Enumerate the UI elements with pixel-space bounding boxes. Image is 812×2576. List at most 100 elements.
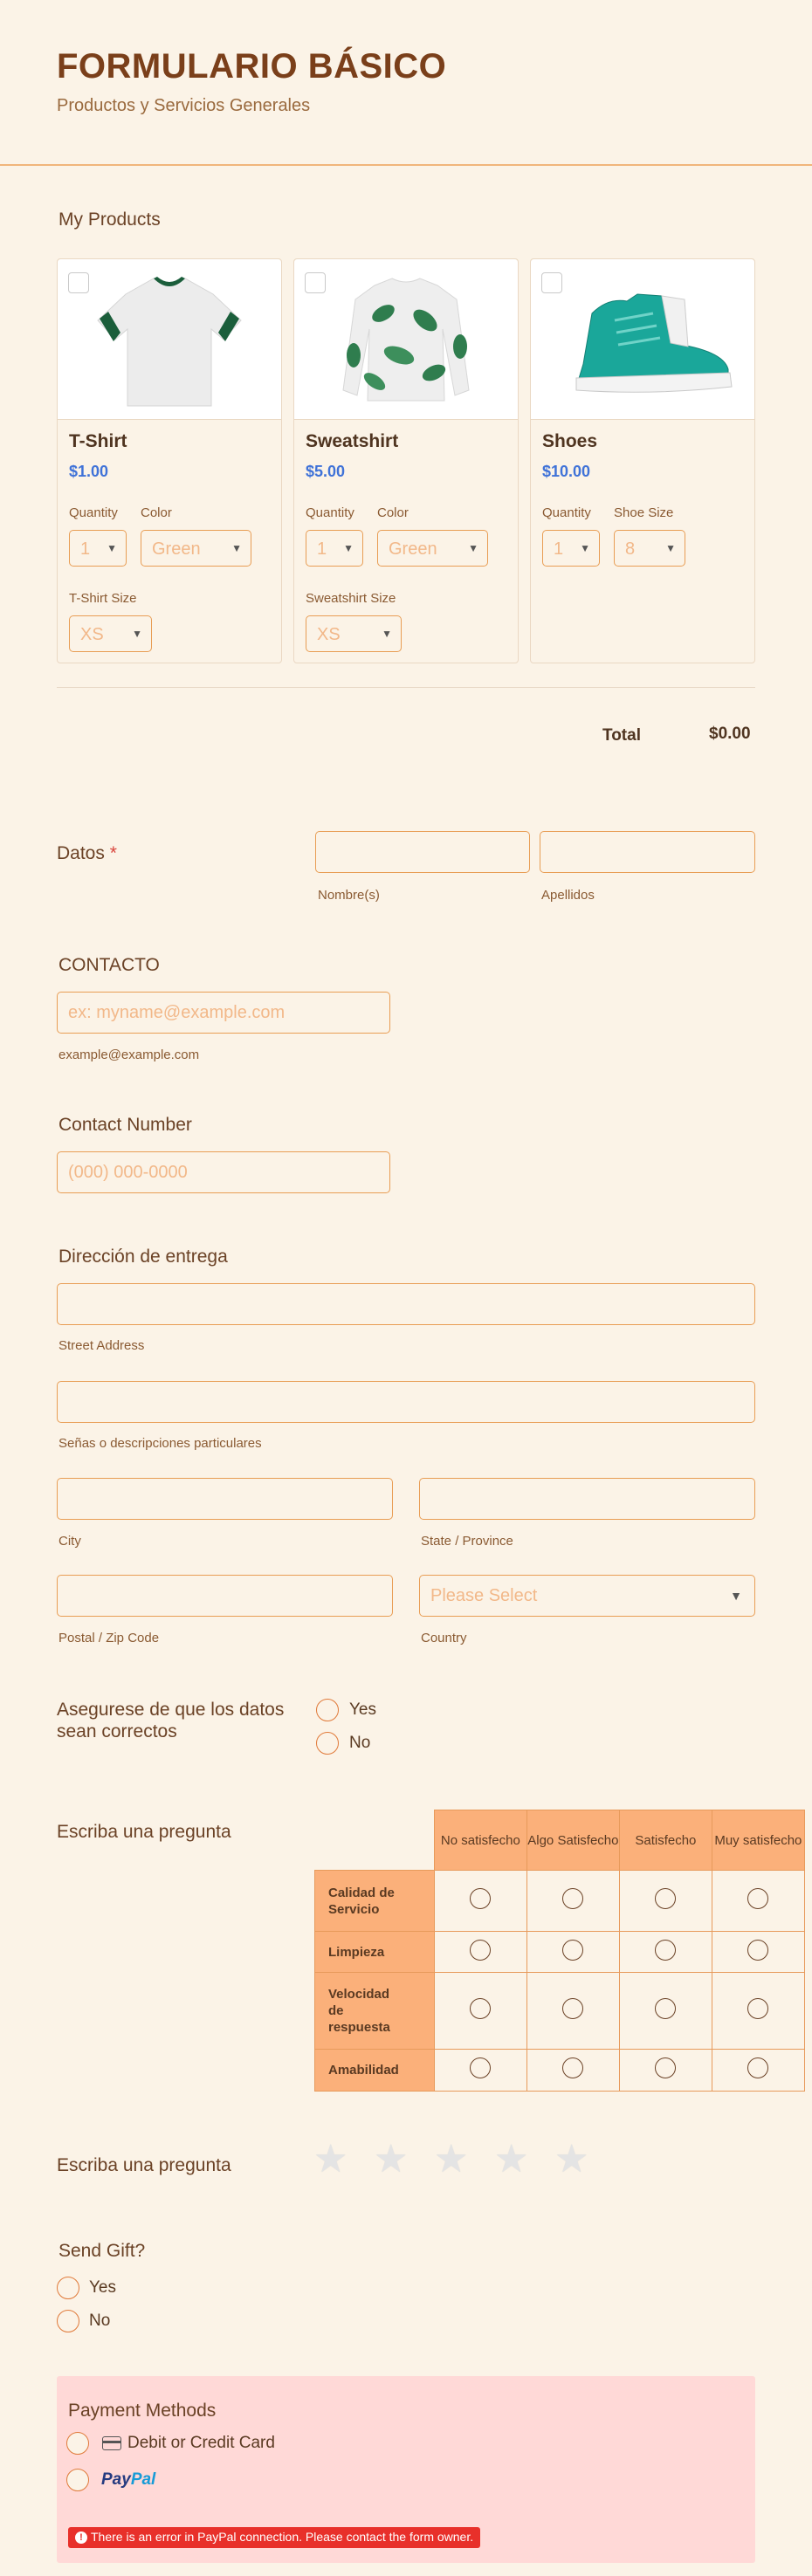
quantity-select[interactable]: 1 ▼ bbox=[306, 530, 363, 567]
product-card-tshirt[interactable]: T-Shirt $1.00 Quantity Color 1 ▼ Green ▼ T… bbox=[57, 258, 282, 663]
matrix-radio[interactable] bbox=[470, 2057, 492, 2078]
matrix-row-header: Calidad de Servicio bbox=[314, 1870, 435, 1932]
matrix-row-header: Amabilidad bbox=[314, 2049, 435, 2092]
matrix-radio[interactable] bbox=[562, 1888, 584, 1909]
chevron-down-icon: ▼ bbox=[468, 542, 478, 554]
star-icon[interactable]: ★ bbox=[374, 2140, 408, 2179]
confirm-yes-radio[interactable] bbox=[316, 1699, 339, 1721]
matrix-radio[interactable] bbox=[562, 1998, 584, 2019]
shoes-checkbox[interactable] bbox=[541, 272, 562, 293]
last-name-input[interactable] bbox=[540, 831, 755, 873]
size-select[interactable]: XS ▼ bbox=[69, 615, 152, 652]
gift-yes-label: Yes bbox=[89, 2278, 116, 2297]
quantity-select[interactable]: 1 ▼ bbox=[69, 530, 127, 567]
products-divider bbox=[57, 687, 755, 688]
chevron-down-icon: ▼ bbox=[730, 1589, 742, 1603]
form-subtitle: Productos y Servicios Generales bbox=[57, 96, 311, 115]
phone-input[interactable] bbox=[57, 1151, 390, 1193]
confirm-yes-label: Yes bbox=[349, 1700, 376, 1719]
matrix-col-header: No satisfecho bbox=[433, 1810, 527, 1871]
datos-label: Datos * bbox=[57, 843, 117, 863]
address-line2-input[interactable] bbox=[57, 1381, 755, 1423]
size-select[interactable]: XS ▼ bbox=[306, 615, 402, 652]
sweatshirt-checkbox[interactable] bbox=[305, 272, 326, 293]
product-price: $5.00 bbox=[306, 463, 346, 480]
shoe-size-select[interactable]: 8 ▼ bbox=[614, 530, 685, 567]
matrix-radio[interactable] bbox=[470, 1888, 492, 1909]
matrix-radio[interactable] bbox=[655, 2057, 677, 2078]
required-mark: * bbox=[109, 843, 117, 863]
star-icon[interactable]: ★ bbox=[494, 2140, 528, 2179]
matrix-corner bbox=[315, 1810, 435, 1871]
paypal-logo: PayPal bbox=[101, 2470, 156, 2489]
matrix-radio[interactable] bbox=[562, 2057, 584, 2078]
error-icon: ! bbox=[75, 2531, 87, 2544]
quantity-select[interactable]: 1 ▼ bbox=[542, 530, 600, 567]
color-select[interactable]: Green ▼ bbox=[141, 530, 251, 567]
matrix-radio[interactable] bbox=[470, 1939, 492, 1961]
chevron-down-icon: ▼ bbox=[382, 628, 392, 640]
matrix-radio[interactable] bbox=[655, 1939, 677, 1961]
address-label: Dirección de entrega bbox=[58, 1247, 228, 1267]
product-card-shoes[interactable]: Shoes $10.00 Quantity Shoe Size 1 ▼ 8 ▼ bbox=[530, 258, 755, 663]
rating-label: Escriba una pregunta bbox=[57, 2155, 231, 2175]
contacto-label: CONTACTO bbox=[58, 955, 160, 975]
matrix-radio[interactable] bbox=[655, 1888, 677, 1909]
street-address-input[interactable] bbox=[57, 1283, 755, 1325]
matrix-radio[interactable] bbox=[747, 1888, 769, 1909]
matrix-row-header: Limpieza bbox=[314, 1931, 435, 1973]
form-header: FORMULARIO BÁSICO Productos y Servicios … bbox=[0, 0, 812, 166]
first-name-input[interactable] bbox=[315, 831, 530, 873]
product-price: $1.00 bbox=[69, 463, 109, 480]
matrix-label: Escriba una pregunta bbox=[57, 1822, 231, 1842]
tshirt-checkbox[interactable] bbox=[68, 272, 89, 293]
chevron-down-icon: ▼ bbox=[665, 542, 676, 554]
sweatshirt-image bbox=[294, 259, 518, 420]
quantity-label: Quantity bbox=[542, 505, 591, 520]
product-price: $10.00 bbox=[542, 463, 591, 480]
matrix-radio[interactable] bbox=[655, 1998, 677, 2019]
paypal-radio[interactable] bbox=[66, 2469, 89, 2491]
gift-yes-radio[interactable] bbox=[57, 2277, 79, 2299]
country-label: Country bbox=[421, 1631, 467, 1645]
email-input[interactable] bbox=[57, 992, 390, 1034]
matrix-radio[interactable] bbox=[747, 1998, 769, 2019]
total-value: $0.00 bbox=[709, 725, 751, 743]
zip-input[interactable] bbox=[57, 1575, 393, 1617]
first-name-label: Nombre(s) bbox=[318, 888, 380, 903]
chevron-down-icon: ▼ bbox=[107, 542, 117, 554]
matrix-radio[interactable] bbox=[470, 1998, 492, 2019]
email-sublabel: example@example.com bbox=[58, 1048, 200, 1062]
chevron-down-icon: ▼ bbox=[231, 542, 242, 554]
matrix-radio[interactable] bbox=[747, 2057, 769, 2078]
street-address-label: Street Address bbox=[58, 1338, 145, 1353]
total-label: Total bbox=[602, 726, 641, 745]
chevron-down-icon: ▼ bbox=[343, 542, 354, 554]
tshirt-image bbox=[58, 259, 281, 420]
quantity-label: Quantity bbox=[69, 505, 118, 520]
matrix-col-header: Algo Satisfecho bbox=[526, 1810, 620, 1871]
card-radio[interactable] bbox=[66, 2432, 89, 2455]
credit-card-icon bbox=[102, 2436, 121, 2450]
star-icon[interactable]: ★ bbox=[313, 2140, 348, 2179]
matrix-radio[interactable] bbox=[747, 1939, 769, 1961]
star-icon[interactable]: ★ bbox=[434, 2140, 468, 2179]
color-label: Color bbox=[141, 505, 172, 520]
city-input[interactable] bbox=[57, 1478, 393, 1520]
shoes-image bbox=[531, 259, 754, 420]
gift-no-radio[interactable] bbox=[57, 2310, 79, 2332]
product-card-sweatshirt[interactable]: Sweatshirt $5.00 Quantity Color 1 ▼ Green… bbox=[293, 258, 519, 663]
gift-no-label: No bbox=[89, 2312, 111, 2330]
confirm-no-radio[interactable] bbox=[316, 1732, 339, 1755]
address-line2-label: Señas o descripciones particulares bbox=[58, 1436, 262, 1451]
matrix-row-header: Velocidad de respuesta bbox=[314, 1972, 435, 2050]
state-label: State / Province bbox=[421, 1534, 513, 1549]
confirm-label: Asegurese de que los datos sean correcto… bbox=[57, 1700, 285, 1741]
color-select[interactable]: Green ▼ bbox=[377, 530, 488, 567]
size-label: Sweatshirt Size bbox=[306, 591, 396, 606]
country-select[interactable]: Please Select ▼ bbox=[419, 1575, 755, 1617]
matrix-radio[interactable] bbox=[562, 1939, 584, 1961]
shoe-size-label: Shoe Size bbox=[614, 505, 674, 520]
star-icon[interactable]: ★ bbox=[554, 2140, 588, 2179]
state-input[interactable] bbox=[419, 1478, 755, 1520]
